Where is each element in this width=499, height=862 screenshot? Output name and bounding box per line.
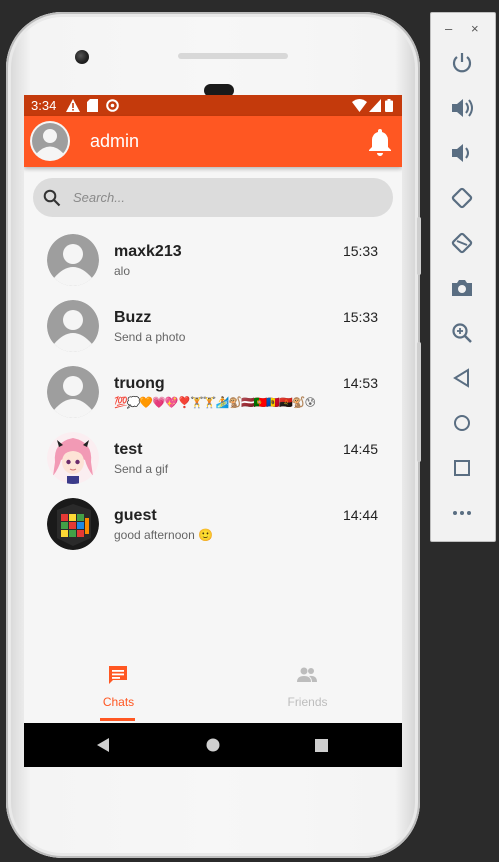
power-side-button bbox=[417, 217, 421, 275]
volume-side-button bbox=[417, 342, 421, 462]
chat-time: 14:53 bbox=[342, 375, 378, 391]
chat-item[interactable]: guest 14:44 good afternoon 🙂 bbox=[24, 495, 402, 561]
anime-avatar bbox=[47, 432, 99, 484]
default-avatar bbox=[47, 300, 99, 352]
search-icon bbox=[43, 189, 61, 207]
chat-last-message: Send a gif bbox=[114, 462, 169, 476]
chat-last-message: 💯💭🧡💗💖❣️🏋️🏋️🏄🐒🇱🇻🇵🇹🇲🇩🇦🇴🐒😰 bbox=[114, 397, 316, 409]
chat-time: 15:33 bbox=[342, 309, 378, 325]
search-bar[interactable]: Search... bbox=[33, 178, 393, 217]
chat-item[interactable]: truong 14:53 💯💭🧡💗💖❣️🏋️🏋️🏄🐒🇱🇻🇵🇹🇲🇩🇦🇴🐒😰 bbox=[24, 363, 402, 429]
chat-last-message: alo bbox=[114, 264, 131, 278]
chat-name: maxk213 bbox=[114, 243, 182, 260]
more-icon[interactable] bbox=[448, 499, 476, 527]
bell-icon[interactable] bbox=[367, 128, 393, 156]
home-icon[interactable] bbox=[448, 409, 476, 437]
tab-chats-label: Chats bbox=[102, 695, 135, 709]
camera-icon[interactable] bbox=[448, 274, 476, 302]
warning-icon bbox=[66, 99, 80, 112]
chat-last-message: good afternoon 🙂 bbox=[114, 528, 214, 542]
front-camera bbox=[75, 50, 89, 64]
close-icon[interactable]: × bbox=[471, 21, 479, 36]
chat-item[interactable]: maxk213 15:33 alo bbox=[24, 231, 402, 297]
chat-name: Buzz bbox=[114, 309, 152, 326]
back-icon[interactable] bbox=[448, 364, 476, 392]
status-bar: 3:34 bbox=[24, 95, 402, 116]
phone-screen: 3:34 admin Search... maxk213 15:33 alo B… bbox=[24, 95, 402, 767]
people-icon bbox=[297, 667, 317, 682]
chat-last-message: Send a photo bbox=[114, 330, 186, 344]
chat-name: truong bbox=[114, 375, 165, 392]
volume-down-icon[interactable] bbox=[448, 139, 476, 167]
data-saver-icon bbox=[106, 99, 119, 112]
chat-name: guest bbox=[114, 507, 157, 524]
overview-icon[interactable] bbox=[448, 454, 476, 482]
home-icon[interactable] bbox=[206, 738, 220, 752]
system-navigation-bar bbox=[24, 723, 402, 767]
zoom-icon[interactable] bbox=[448, 319, 476, 347]
app-bar: admin bbox=[24, 116, 402, 167]
bottom-navigation: Chats Friends bbox=[24, 655, 402, 723]
wifi-icon bbox=[352, 99, 367, 112]
search-input[interactable]: Search... bbox=[73, 190, 125, 205]
default-avatar bbox=[47, 234, 99, 286]
recents-icon[interactable] bbox=[315, 739, 328, 752]
sd-card-icon bbox=[87, 99, 98, 112]
chat-time: 15:33 bbox=[342, 243, 378, 259]
battery-icon bbox=[385, 99, 393, 112]
chat-item[interactable]: Buzz 15:33 Send a photo bbox=[24, 297, 402, 363]
chat-icon bbox=[109, 666, 127, 684]
tab-friends-label: Friends bbox=[287, 695, 328, 709]
minimize-icon[interactable]: – bbox=[445, 21, 452, 36]
back-icon[interactable] bbox=[96, 738, 110, 752]
power-icon[interactable] bbox=[448, 49, 476, 77]
chat-name: test bbox=[114, 441, 143, 458]
emulator-toolbar: – × bbox=[430, 12, 496, 542]
signal-icon bbox=[369, 99, 381, 112]
earpiece-bar bbox=[178, 53, 288, 59]
profile-avatar[interactable] bbox=[30, 121, 70, 161]
tab-chats[interactable]: Chats bbox=[24, 655, 213, 723]
chat-item[interactable]: test 14:45 Send a gif bbox=[24, 429, 402, 495]
status-time: 3:34 bbox=[31, 98, 57, 113]
tab-friends[interactable]: Friends bbox=[213, 655, 402, 723]
rotate-left-icon[interactable] bbox=[448, 184, 476, 212]
chat-time: 14:45 bbox=[342, 441, 378, 457]
cube-avatar bbox=[47, 498, 99, 550]
default-avatar bbox=[47, 366, 99, 418]
active-tab-indicator bbox=[100, 718, 135, 721]
app-title: admin bbox=[90, 131, 140, 151]
rotate-right-icon[interactable] bbox=[448, 229, 476, 257]
chat-time: 14:44 bbox=[342, 507, 378, 523]
volume-up-icon[interactable] bbox=[448, 94, 476, 122]
